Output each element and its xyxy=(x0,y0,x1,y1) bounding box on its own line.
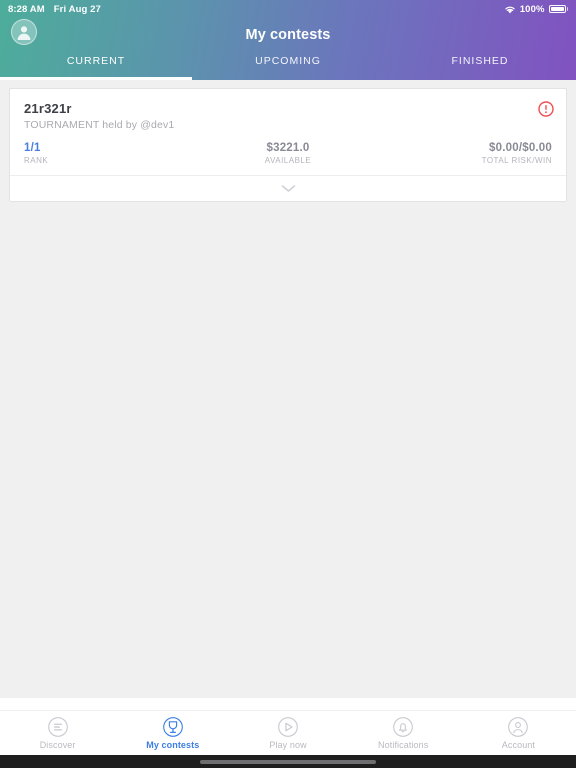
chevron-down-icon xyxy=(281,185,295,192)
stat-total-risk-win-value: $0.00/$0.00 xyxy=(489,142,552,154)
battery-percent-label: 100% xyxy=(519,3,545,15)
stat-total-risk-win: $0.00/$0.00 TOTAL RISK/WIN xyxy=(376,142,552,165)
nav-bar: My contests xyxy=(0,18,576,52)
status-bar-date: Fri Aug 27 xyxy=(53,3,101,15)
status-bar-right: 100% xyxy=(504,4,568,15)
bell-icon xyxy=(393,717,414,737)
home-indicator-bar[interactable] xyxy=(200,759,376,764)
tabbar-item-my-contests[interactable]: My contests xyxy=(115,716,230,750)
stat-available-label: AVAILABLE xyxy=(264,156,312,165)
home-indicator-area xyxy=(0,755,576,768)
wifi-icon xyxy=(505,6,515,13)
app-screen: 8:28 AM Fri Aug 27 100% My contests CURR… xyxy=(0,0,576,768)
status-bar: 8:28 AM Fri Aug 27 100% xyxy=(0,0,576,18)
status-bar-time: 8:28 AM xyxy=(8,3,45,15)
stat-rank-label: RANK xyxy=(24,156,49,165)
tab-upcoming[interactable]: UPCOMING xyxy=(192,52,384,80)
trophy-icon xyxy=(162,717,183,737)
bottom-tab-bar: Discover My contests Play now Notificati… xyxy=(0,710,576,755)
avatar[interactable] xyxy=(11,19,37,45)
tabbar-item-play-now[interactable]: Play now xyxy=(230,716,345,750)
page-title: My contests xyxy=(245,27,331,43)
contest-subtitle: TOURNAMENT held by @dev1 xyxy=(24,119,175,131)
stat-available-value: $3221.0 xyxy=(266,142,310,154)
account-icon xyxy=(508,717,529,737)
tabbar-item-discover[interactable]: Discover xyxy=(0,716,115,750)
tabbar-label-play-now: Play now xyxy=(269,740,307,750)
stat-rank: 1/1 RANK xyxy=(24,142,200,165)
segment-tabs: CURRENT UPCOMING FINISHED xyxy=(0,52,576,80)
play-circle-icon xyxy=(278,717,298,737)
tabbar-label-my-contests: My contests xyxy=(146,740,200,750)
contest-card[interactable]: 21r321r TOURNAMENT held by @dev1 1/1 RAN… xyxy=(9,88,567,202)
contest-name: 21r321r xyxy=(24,101,72,116)
discover-icon xyxy=(47,717,68,737)
battery-full-icon xyxy=(548,5,568,13)
tabbar-label-account: Account xyxy=(501,740,536,750)
tabbar-label-notifications: Notifications xyxy=(378,740,429,750)
stat-total-risk-win-label: TOTAL RISK/WIN xyxy=(481,156,552,165)
tab-finished[interactable]: FINISHED xyxy=(384,52,576,80)
contest-card-header: 21r321r TOURNAMENT held by @dev1 xyxy=(10,89,566,131)
tabbar-item-notifications[interactable]: Notifications xyxy=(346,716,461,750)
tab-current-label: CURRENT xyxy=(66,55,126,67)
tab-upcoming-label: UPCOMING xyxy=(255,55,321,67)
tabbar-label-discover: Discover xyxy=(39,740,76,750)
user-avatar-icon xyxy=(17,26,31,40)
content-area: 21r321r TOURNAMENT held by @dev1 1/1 RAN… xyxy=(0,80,576,768)
tab-finished-label: FINISHED xyxy=(451,55,509,67)
alert-circle-icon[interactable] xyxy=(538,101,554,122)
stat-rank-value: 1/1 xyxy=(24,142,41,154)
tab-current[interactable]: CURRENT xyxy=(0,52,192,80)
stat-available: $3221.0 AVAILABLE xyxy=(200,142,376,165)
contest-stats: 1/1 RANK $3221.0 AVAILABLE $0.00/$0.00 T… xyxy=(10,131,566,175)
expand-contest-button[interactable] xyxy=(10,175,566,201)
gradient-header: 8:28 AM Fri Aug 27 100% My contests CURR… xyxy=(0,0,576,80)
tabbar-item-account[interactable]: Account xyxy=(461,716,576,750)
